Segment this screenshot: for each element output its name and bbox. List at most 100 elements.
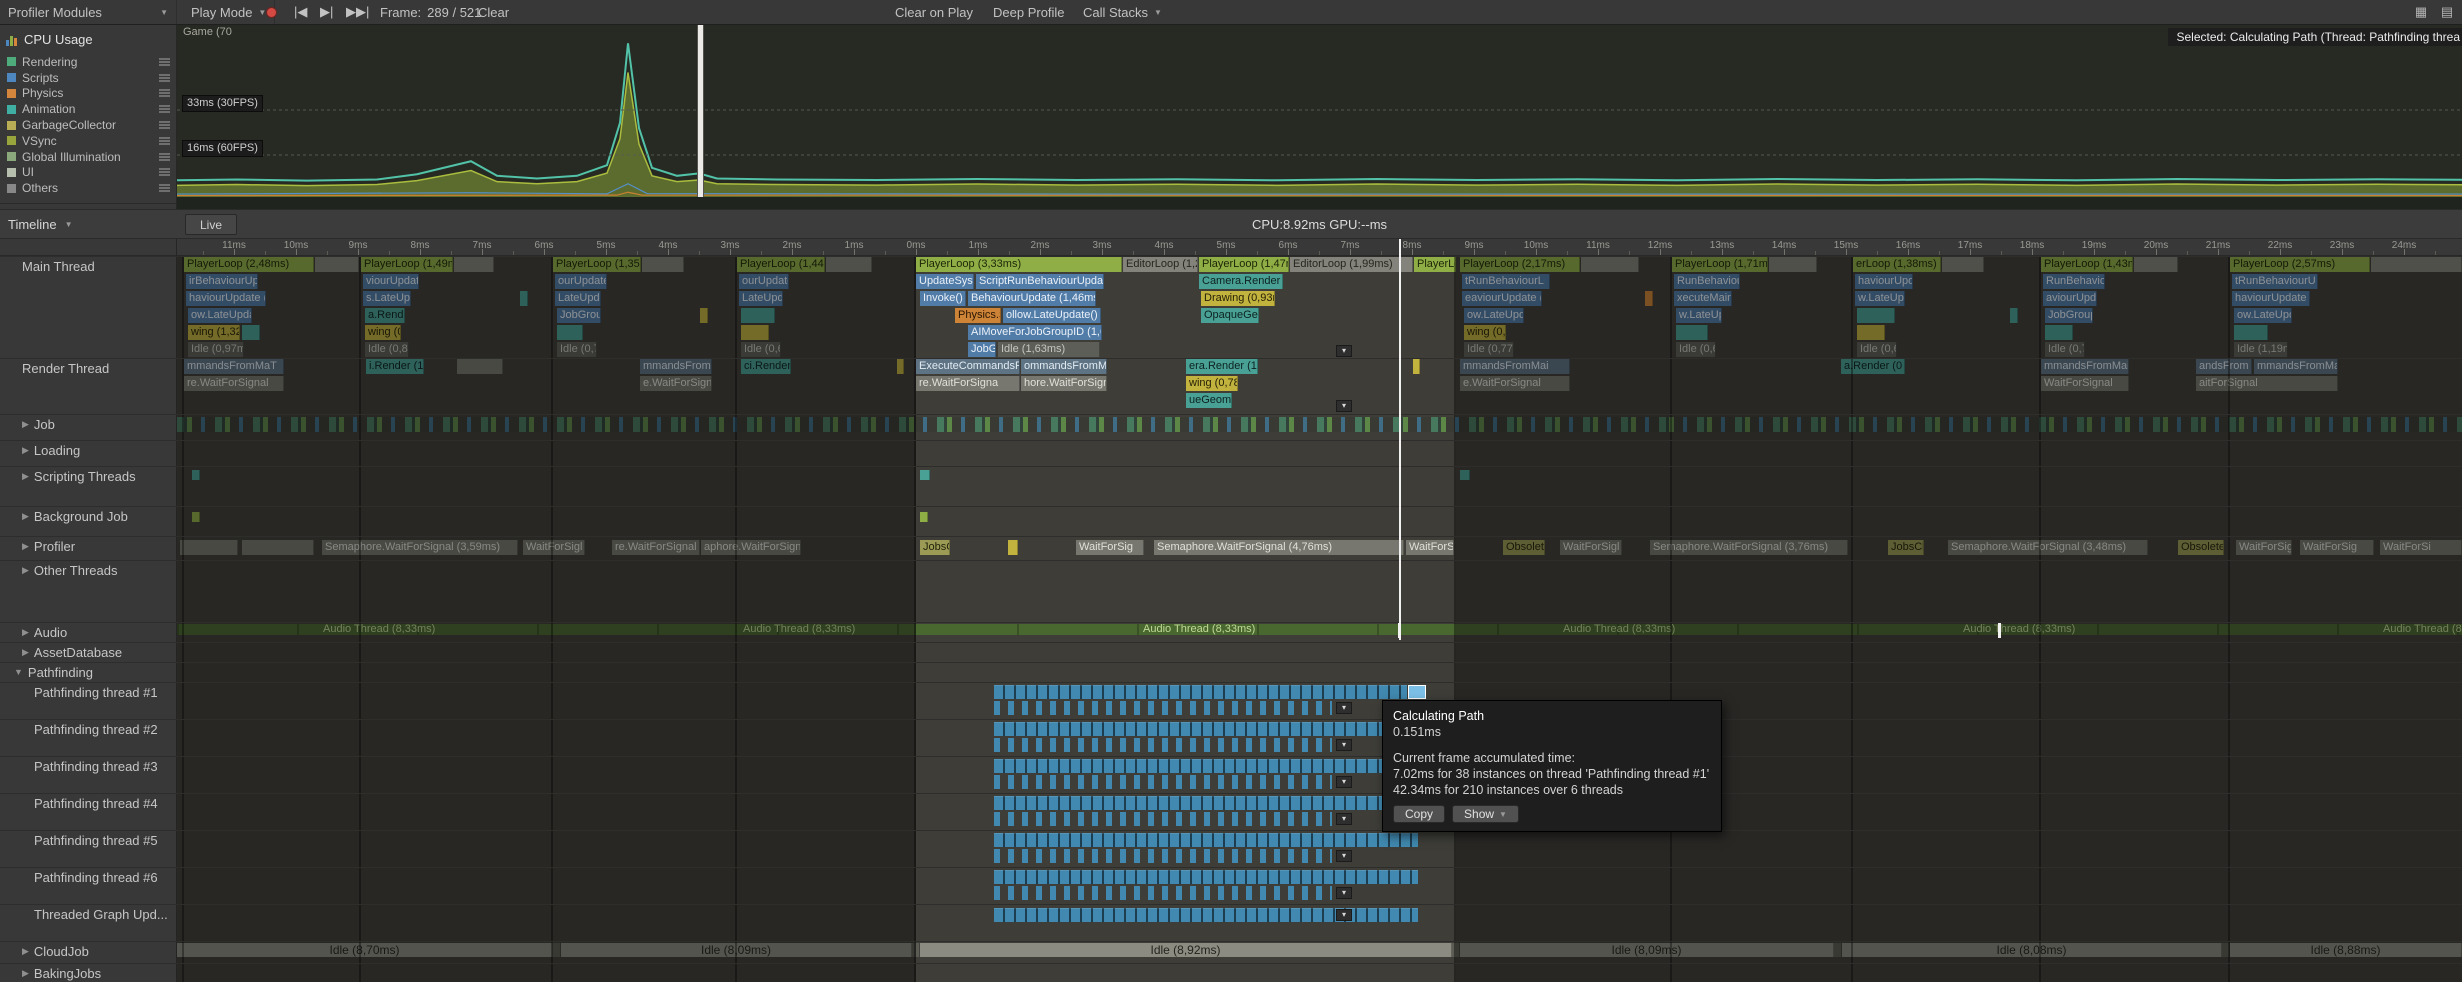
timeline-block[interactable]: a.Render (0: [365, 308, 405, 323]
timeline-block[interactable]: ueGeome: [1186, 393, 1232, 408]
timeline-block[interactable]: tRunBehaviourU: [2232, 274, 2318, 289]
timeline-block[interactable]: WaitForSig: [1076, 540, 1144, 555]
timeline-block[interactable]: w.LateUpdat: [1676, 308, 1722, 323]
timeline-block[interactable]: EditorLoop (1,22ms): [1123, 257, 1198, 272]
timeline-block[interactable]: eaviourUpdate (: [1462, 291, 1542, 306]
timeline-block[interactable]: PlayerLoop (1,35ms): [553, 257, 641, 272]
pathfinding-samples-bar[interactable]: [994, 886, 1332, 900]
track-label-pathfinding-thread-4[interactable]: Pathfinding thread #4: [0, 793, 177, 830]
timeline-block[interactable]: Idle (1,19ms): [2234, 342, 2288, 357]
timeline-block[interactable]: haviourUpdate (1,: [2232, 291, 2310, 306]
timeline-block[interactable]: EditorLoop (1,99ms): [1290, 257, 1413, 272]
track-label-audio[interactable]: ▶Audio: [0, 622, 177, 642]
timeline-block[interactable]: RunBehaviou: [2043, 274, 2105, 289]
pathfinding-samples-bar[interactable]: [994, 796, 1418, 810]
timeline-block[interactable]: [741, 325, 769, 340]
timeline-block[interactable]: [1676, 325, 1708, 340]
timeline-block[interactable]: AIMoveForJobGroupID (1,63ms): [968, 325, 1102, 340]
timeline-block[interactable]: ExecuteCommandsFromMai: [916, 359, 1020, 374]
legend-item-animation[interactable]: Animation: [0, 101, 177, 117]
timeline-block[interactable]: [180, 540, 238, 555]
cpu-usage-module-header[interactable]: CPU Usage: [6, 32, 93, 47]
pathfinding-samples-bar[interactable]: [994, 685, 1407, 699]
cloudjob-idle-block[interactable]: Idle (8,09ms): [1460, 943, 1834, 957]
pathfinding-samples-bar[interactable]: [994, 722, 1418, 736]
timeline-block[interactable]: PlayerLoop (1,47ms): [1199, 257, 1289, 272]
legend-item-others[interactable]: Others: [0, 180, 177, 196]
timeline-block[interactable]: hore.WaitForSignal (1: [1021, 376, 1107, 391]
timeline-block[interactable]: PlayerLoop (2,57ms): [2230, 257, 2370, 272]
timeline-block[interactable]: ommandsFromMain: [1021, 359, 1107, 374]
disclosure-triangle-icon[interactable]: ▶: [22, 469, 29, 482]
legend-item-garbagecollector[interactable]: GarbageCollector: [0, 117, 177, 133]
timeline-block[interactable]: [454, 257, 494, 272]
legend-item-vsync[interactable]: VSync: [0, 133, 177, 149]
timeline-block[interactable]: wing (0,7: [365, 325, 401, 340]
profiler-modules-dropdown[interactable]: Profiler Modules ▼: [0, 0, 177, 24]
timeline-block[interactable]: Obsolete: [2178, 540, 2224, 555]
disclosure-triangle-icon[interactable]: ▶: [22, 539, 29, 552]
timeline-block[interactable]: [920, 470, 930, 480]
disclosure-triangle-icon[interactable]: ▶: [22, 944, 29, 957]
timeline-block[interactable]: Semaphore.WaitForSignal (3,76ms): [1650, 540, 1848, 555]
timeline-block[interactable]: [1942, 257, 1984, 272]
timeline-block[interactable]: ow.LateUpdate(): [188, 308, 252, 323]
timeline-block[interactable]: [242, 540, 314, 555]
track-label-render-thread[interactable]: Render Thread: [0, 358, 177, 414]
timeline-block[interactable]: WaitForSi: [2380, 540, 2462, 555]
timeline-block[interactable]: re.WaitForSignal: [184, 376, 284, 391]
disclosure-triangle-icon[interactable]: ▶: [22, 509, 29, 522]
timeline-block[interactable]: ScriptRunBehaviourUpdat: [976, 274, 1104, 289]
disclosure-triangle-icon[interactable]: ▶: [22, 563, 29, 576]
collapse-samples-button[interactable]: ▾: [1336, 345, 1352, 357]
timeline-block[interactable]: [2134, 257, 2178, 272]
timeline-block[interactable]: Camera.Render (1,34ms): [1199, 274, 1283, 289]
timeline-block[interactable]: Idle (1,63ms): [998, 342, 1100, 357]
timeline-block[interactable]: PlayerLoop (1,43ms): [2041, 257, 2133, 272]
collapse-samples-button[interactable]: ▾: [1336, 850, 1352, 862]
cloudjob-idle-block[interactable]: Idle (8,92ms): [920, 943, 1452, 957]
timeline-block[interactable]: mmandsFromMai: [1460, 359, 1570, 374]
legend-item-physics[interactable]: Physics: [0, 86, 177, 102]
track-label-pathfinding-thread-5[interactable]: Pathfinding thread #5: [0, 830, 177, 867]
legend-item-ui[interactable]: UI: [0, 165, 177, 181]
timeline-block[interactable]: [1413, 359, 1420, 374]
track-label-pathfinding-thread-2[interactable]: Pathfinding thread #2: [0, 719, 177, 756]
timeline-block[interactable]: [1008, 540, 1018, 555]
cloudjob-idle-block[interactable]: Idle (8,08ms): [1842, 943, 2222, 957]
timeline-block[interactable]: PlayerLoop (1,71ms): [1672, 257, 1768, 272]
timeline-block[interactable]: [741, 308, 775, 323]
grid-icon[interactable]: ▦: [2410, 0, 2432, 24]
pathfinding-samples-bar[interactable]: [994, 701, 1332, 715]
timeline-block[interactable]: ci.Render (0: [741, 359, 791, 374]
timeline-block[interactable]: UpdateSystemGro: [916, 274, 974, 289]
timeline-block[interactable]: [1460, 470, 1470, 480]
clear-button[interactable]: Clear: [470, 0, 517, 24]
timeline-block[interactable]: [192, 470, 200, 480]
timeline-block[interactable]: e.WaitForSign: [640, 376, 712, 391]
timeline-block[interactable]: BehaviourUpdate (1,46ms): [968, 291, 1096, 306]
disclosure-triangle-icon[interactable]: ▶: [22, 443, 29, 456]
cloudjob-idle-block[interactable]: Idle (8,70ms): [177, 943, 553, 957]
pathfinding-samples-bar[interactable]: [994, 775, 1332, 789]
disclosure-triangle-icon[interactable]: ▶: [22, 645, 29, 658]
timeline-block[interactable]: haviourUpda: [1855, 274, 1913, 289]
timeline-block[interactable]: WaitForSig: [1406, 540, 1454, 555]
timeline-block[interactable]: [642, 257, 684, 272]
timeline-block[interactable]: w.LateUpdat: [1855, 291, 1905, 306]
timeline-block[interactable]: LateUpdate: [555, 291, 601, 306]
disclosure-triangle-icon[interactable]: ▼: [14, 665, 23, 677]
timeline-block[interactable]: e.WaitForSignal: [1460, 376, 1570, 391]
timeline-block[interactable]: ourUpdate (: [555, 274, 607, 289]
timeline-block[interactable]: Drawing (0,93ms): [1201, 291, 1275, 306]
timeline-block[interactable]: mmandsFromN: [640, 359, 712, 374]
legend-item-rendering[interactable]: Rendering: [0, 54, 177, 70]
selected-sample[interactable]: [1408, 685, 1426, 699]
timeline-block[interactable]: ow.LateUpdate(): [2234, 308, 2292, 323]
timeline-block[interactable]: mmandsFromMaT: [184, 359, 284, 374]
timeline-block[interactable]: haviourUpdate (1: [186, 291, 266, 306]
selected-frame-indicator[interactable]: [697, 25, 704, 197]
timeline-block[interactable]: [1857, 308, 1895, 323]
cloudjob-idle-block[interactable]: Idle (8,88ms): [2230, 943, 2462, 957]
timeline-block[interactable]: andsFrom: [2196, 359, 2252, 374]
